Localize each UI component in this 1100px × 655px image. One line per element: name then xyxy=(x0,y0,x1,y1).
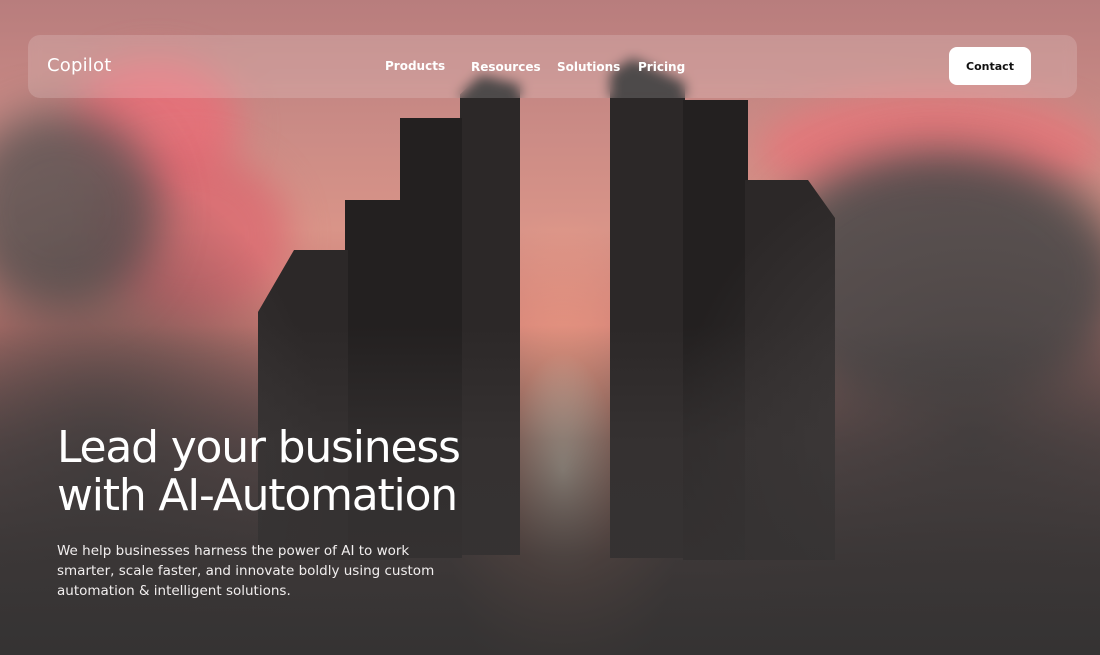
nav-pricing-link[interactable]: Pricing xyxy=(638,60,685,74)
hero-description: We help businesses harness the power of … xyxy=(57,541,447,601)
top-navbar: Copilot Products Resources Solutions Pri… xyxy=(28,35,1077,98)
brand-logo[interactable]: Copilot xyxy=(47,55,111,76)
hero-description-line: smarter, scale faster, and innovate bold… xyxy=(57,563,435,579)
hero-description-line: We help businesses harness the power of … xyxy=(57,543,410,559)
hero-title-line: Lead your business xyxy=(57,422,461,473)
nav-solutions-link[interactable]: Solutions xyxy=(557,60,620,74)
hero-title: Lead your business with AI-Automation xyxy=(57,424,577,520)
nav-products-link[interactable]: Products xyxy=(385,59,445,73)
nav-resources-link[interactable]: Resources xyxy=(471,60,541,74)
hero-title-line: with AI-Automation xyxy=(57,470,458,521)
contact-button[interactable]: Contact xyxy=(949,47,1031,85)
hero-description-line: automation & intelligent solutions. xyxy=(57,583,291,599)
